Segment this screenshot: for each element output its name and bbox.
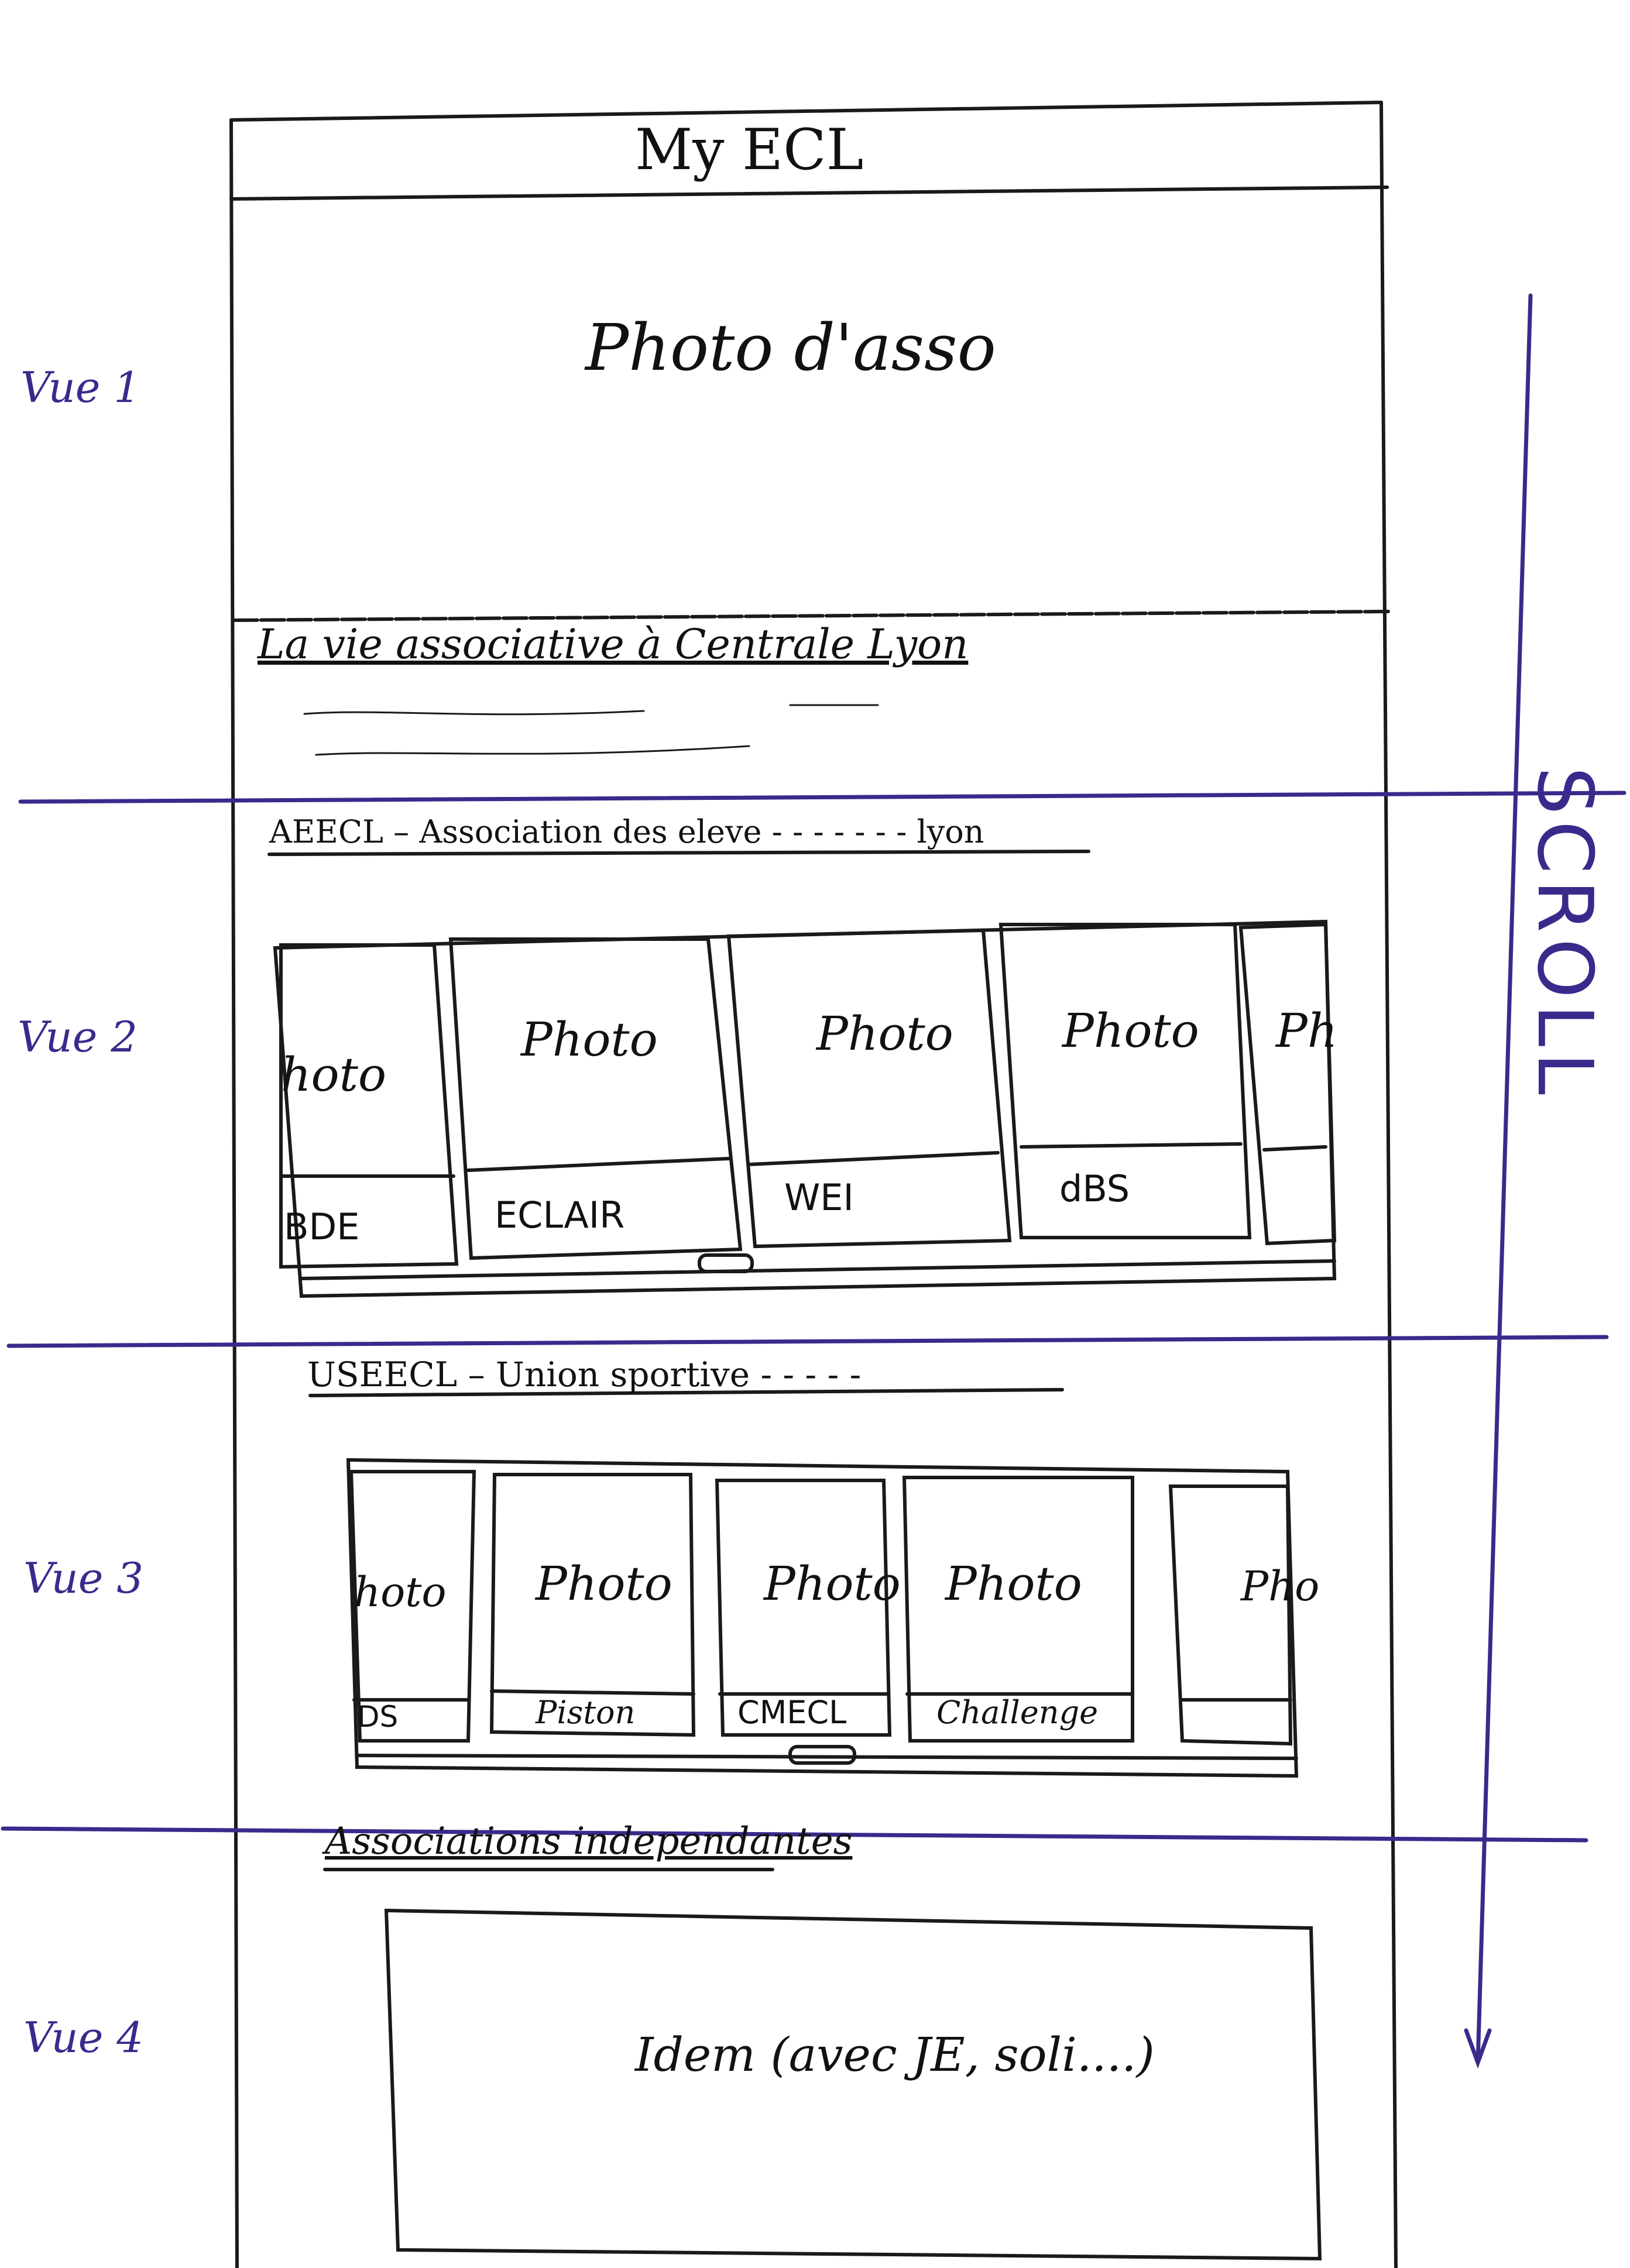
frame-right: [1380, 101, 1398, 2268]
card-cmecl-photo[interactable]: Photo: [764, 1556, 901, 1611]
view-label-2: Vue 2: [18, 1012, 138, 1061]
card-ds-label[interactable]: DS: [357, 1700, 398, 1734]
hero-photo-placeholder: Photo d'asso: [585, 310, 996, 385]
card-piston-photo[interactable]: Photo: [536, 1556, 672, 1611]
view-separator-2: [6, 1335, 1609, 1348]
intro-title: La vie associative à Centrale Lyon: [258, 620, 969, 668]
card-bde-photo[interactable]: hoto: [281, 1047, 386, 1102]
app-title: My ECL: [635, 117, 864, 183]
card-dbs-photo[interactable]: Photo: [1062, 1004, 1199, 1058]
section-aeecl-title: AEECL – Association des eleve - - - - - …: [269, 813, 984, 850]
card-eclair-photo[interactable]: Photo: [521, 1012, 658, 1067]
independent-placeholder: Idem (avec JE, soli....): [635, 2028, 1155, 2082]
view-label-1: Vue 1: [20, 363, 141, 412]
card-partial-photo-2[interactable]: Pho: [1241, 1562, 1319, 1610]
view-label-3: Vue 3: [23, 1554, 144, 1603]
view-label-4: Vue 4: [23, 2013, 144, 2062]
card-bde-label[interactable]: BDE: [284, 1205, 359, 1248]
section-independent-title: Associations independantes: [325, 1820, 853, 1863]
card-wei-label[interactable]: WEI: [784, 1176, 854, 1219]
card-dbs-label[interactable]: dBS: [1059, 1167, 1130, 1210]
card-piston-label[interactable]: Piston: [536, 1694, 635, 1731]
scroll-annotation: SCROLL: [1521, 767, 1610, 1101]
card-challenge-photo[interactable]: Photo: [945, 1556, 1082, 1611]
card-ds-photo[interactable]: hoto: [354, 1568, 447, 1616]
card-cmecl-label[interactable]: CMECL: [737, 1694, 846, 1731]
view-separator-1: [18, 791, 1626, 804]
card-challenge-label[interactable]: Challenge: [936, 1694, 1098, 1731]
scroll-arrow-line: [1475, 293, 1533, 2065]
card-wei-photo[interactable]: Photo: [816, 1006, 953, 1061]
card-eclair-label[interactable]: ECLAIR: [495, 1194, 624, 1236]
card-partial-photo[interactable]: Ph: [1276, 1004, 1337, 1058]
section-useecl-title: USEECL – Union sportive - - - - -: [307, 1355, 862, 1394]
frame-left: [229, 118, 239, 2268]
header-divider: [229, 185, 1389, 201]
